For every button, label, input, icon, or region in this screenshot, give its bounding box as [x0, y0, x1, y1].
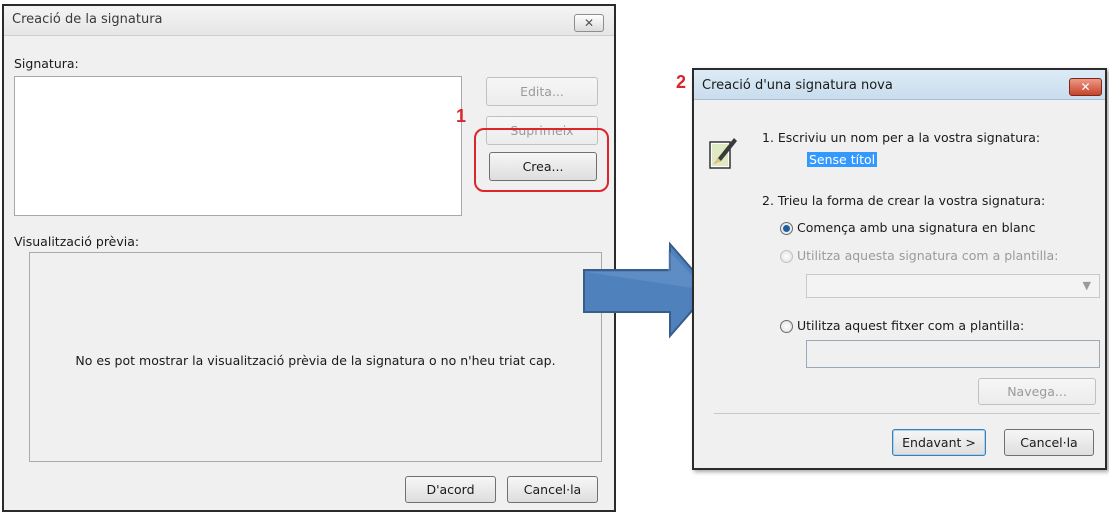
- close-button[interactable]: ✕: [1069, 78, 1102, 96]
- radio-blank[interactable]: [780, 222, 793, 235]
- signature-name-input[interactable]: Sense títol: [807, 150, 885, 170]
- cancel-button[interactable]: Cancel·la: [1004, 429, 1094, 456]
- ok-button[interactable]: D'acord: [405, 476, 496, 503]
- dialog-title-bar[interactable]: Creació d'una signatura nova ✕: [694, 70, 1105, 100]
- radio-file-template-label[interactable]: Utilitza aquest fitxer com a plantilla:: [797, 318, 1024, 333]
- step1-instruction: 1. Escriviu un nom per a la vostra signa…: [762, 130, 1041, 145]
- radio-signature-template-label[interactable]: Utilitza aquesta signatura com a plantil…: [797, 248, 1058, 263]
- next-button[interactable]: Endavant >: [892, 429, 986, 456]
- close-icon: ✕: [583, 16, 595, 30]
- template-signature-select[interactable]: ▼: [806, 274, 1100, 298]
- radio-signature-template[interactable]: [780, 250, 793, 263]
- step-1-marker: 1: [456, 106, 467, 126]
- close-button[interactable]: ✕: [574, 14, 604, 32]
- preview-area: No es pot mostrar la visualització prèvi…: [29, 252, 602, 462]
- pen-paper-icon: [709, 138, 737, 169]
- radio-file-template[interactable]: [780, 320, 793, 333]
- divider: [714, 413, 1100, 414]
- preview-label: Visualització prèvia:: [14, 234, 140, 249]
- signature-list[interactable]: [14, 76, 462, 216]
- radio-blank-label[interactable]: Comença amb una signatura en blanc: [797, 220, 1035, 235]
- template-file-input[interactable]: [806, 340, 1100, 368]
- dialog-title: Creació d'una signatura nova: [702, 78, 893, 93]
- signature-list-label: Signatura:: [14, 56, 79, 71]
- browse-button[interactable]: Navega...: [978, 378, 1096, 405]
- new-signature-dialog: Creació d'una signatura nova ✕ 1. Escriv…: [692, 68, 1107, 470]
- step2-instruction: 2. Trieu la forma de crear la vostra sig…: [762, 193, 1046, 208]
- cancel-button[interactable]: Cancel·la: [507, 476, 598, 503]
- close-icon: ✕: [1080, 80, 1091, 94]
- preview-message: No es pot mostrar la visualització prèvi…: [75, 353, 556, 368]
- signature-name-value: Sense títol: [807, 152, 878, 167]
- create-button-highlight: [474, 128, 609, 192]
- signature-creation-dialog: Creació de la signatura ✕ Signatura: Edi…: [2, 4, 616, 512]
- dialog-title-bar[interactable]: Creació de la signatura ✕: [4, 6, 614, 36]
- chevron-down-icon: ▼: [1082, 279, 1091, 292]
- dialog-title: Creació de la signatura: [12, 12, 163, 27]
- edit-button[interactable]: Edita...: [486, 77, 598, 106]
- step-2-marker: 2: [676, 72, 687, 92]
